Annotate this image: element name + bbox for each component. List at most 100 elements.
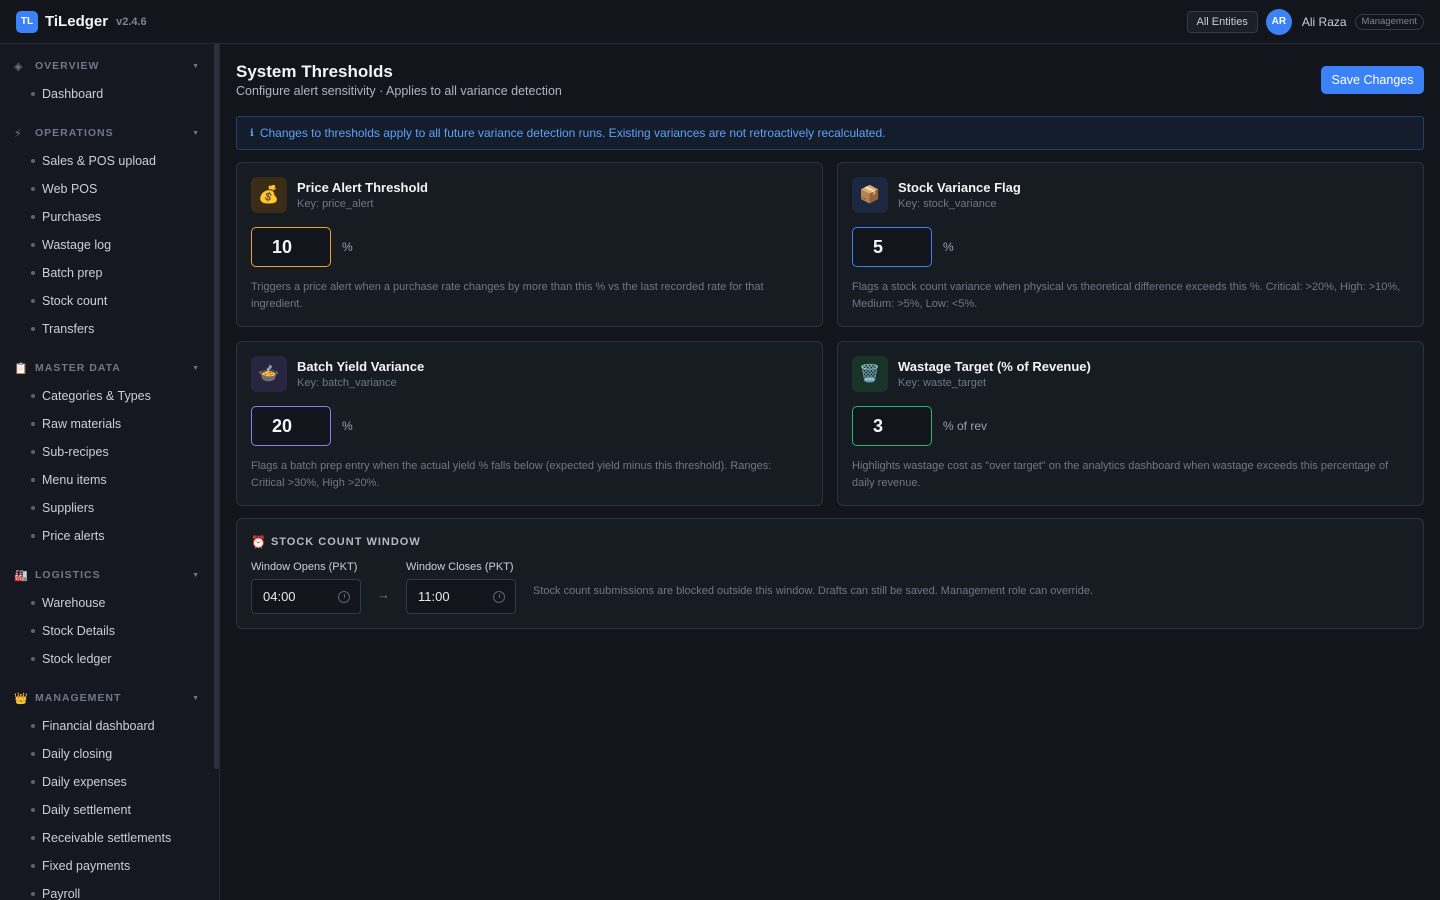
threshold-card-price-alert: 💰 Price Alert Threshold Key: price_alert 10… (236, 162, 823, 327)
sidebar-item-daily-expenses[interactable]: Daily expenses (0, 768, 219, 796)
sidebar-item-receivable-settlements[interactable]: Receivable settlements (0, 824, 219, 852)
save-changes-button[interactable]: Save Changes (1321, 66, 1424, 94)
role-badge: Management (1354, 13, 1424, 30)
top-bar: TL TiLedger v2.4.6 All Entities AR Ali R… (0, 0, 1440, 44)
sidebar-item-wastage-log[interactable]: Wastage log (0, 231, 219, 259)
section-header-logistics[interactable]: 🏭 LOGISTICS ▼ (0, 564, 219, 586)
nav-section: ◈ OVERVIEW ▼ Dashboard (0, 55, 219, 108)
sidebar-item-fixed-payments[interactable]: Fixed payments (0, 852, 219, 880)
sidebar-item-web-pos[interactable]: Web POS (0, 175, 219, 203)
sidebar-item-label: Menu items (42, 473, 107, 487)
sidebar-item-stock-count[interactable]: Stock count (0, 287, 219, 315)
app-name: TiLedger (45, 13, 109, 30)
chevron-down-icon[interactable]: ▼ (192, 130, 199, 137)
money-bag-icon: 💰 (251, 177, 287, 213)
window-opens-input[interactable]: 04:00 (251, 579, 361, 614)
bullet-icon (31, 450, 35, 454)
app-logo[interactable]: TL (16, 10, 38, 33)
sidebar-item-warehouse[interactable]: Warehouse (0, 589, 219, 617)
entity-selector-button[interactable]: All Entities (1186, 10, 1258, 33)
sidebar-item-categories-types[interactable]: Categories & Types (0, 382, 219, 410)
sidebar-item-label: Receivable settlements (42, 831, 172, 845)
threshold-card-stock-variance: 📦 Stock Variance Flag Key: stock_variance 5… (837, 162, 1424, 327)
bullet-icon (31, 422, 35, 426)
nav-section: 🏭 LOGISTICS ▼ Warehouse Stock Details Stock l… (0, 564, 219, 673)
app-version: v2.4.6 (116, 15, 147, 28)
card-description: Triggers a price alert when a purchase r… (251, 281, 764, 310)
alarm-clock-icon: ⏰ (251, 535, 266, 549)
sidebar-item-batch-prep[interactable]: Batch prep (0, 259, 219, 287)
sidebar-item-purchases[interactable]: Purchases (0, 203, 219, 231)
unit-label: % (342, 240, 353, 254)
section-header-management[interactable]: 👑 MANAGEMENT ▼ (0, 687, 219, 709)
section-title: MASTER DATA (35, 362, 121, 374)
unit-label: % (943, 240, 954, 254)
sidebar-item-label: Warehouse (42, 596, 106, 610)
card-title: Batch Yield Variance (297, 359, 425, 374)
sidebar-item-label: Batch prep (42, 266, 103, 280)
sidebar-scrollbar[interactable] (214, 44, 219, 769)
section-header-operations[interactable]: ⚡ OPERATIONS ▼ (0, 122, 219, 144)
card-title: Wastage Target (% of Revenue) (898, 359, 1091, 374)
sidebar-item-sub-recipes[interactable]: Sub-recipes (0, 438, 219, 466)
sidebar-item-price-alerts[interactable]: Price alerts (0, 522, 219, 550)
sidebar-item-label: Transfers (42, 322, 95, 336)
sidebar-item-label: Purchases (42, 210, 102, 224)
bullet-icon (31, 724, 35, 728)
sidebar-item-label: Wastage log (42, 238, 112, 252)
sidebar-item-label: Stock count (42, 294, 108, 308)
section-header-master-data[interactable]: 📋 MASTER DATA ▼ (0, 357, 219, 379)
sidebar-item-label: Web POS (42, 182, 98, 196)
bullet-icon (31, 892, 35, 896)
sidebar-item-suppliers[interactable]: Suppliers (0, 494, 219, 522)
chevron-down-icon[interactable]: ▼ (192, 365, 199, 372)
sidebar-nav: ◈ OVERVIEW ▼ Dashboard ⚡ OPERATIONS ▼ Sales & P… (0, 55, 219, 900)
clock-icon[interactable] (338, 591, 350, 603)
sidebar-item-daily-settlement[interactable]: Daily settlement (0, 796, 219, 824)
sidebar-item-dashboard[interactable]: Dashboard (0, 80, 219, 108)
clock-icon[interactable] (493, 591, 505, 603)
bullet-icon (31, 92, 35, 96)
crown-icon: 👑 (14, 692, 28, 705)
bullet-icon (31, 271, 35, 275)
info-text: Changes to thresholds apply to all futur… (259, 126, 886, 140)
threshold-input[interactable]: 3 (852, 406, 932, 446)
sidebar-item-transfers[interactable]: Transfers (0, 315, 219, 343)
window-opens-label: Window Opens (PKT) (251, 561, 358, 573)
bullet-icon (31, 299, 35, 303)
sidebar-item-payroll[interactable]: Payroll (0, 880, 219, 900)
sidebar-item-label: Fixed payments (42, 859, 131, 873)
page-title: System Thresholds (236, 62, 393, 81)
sidebar-item-stock-details[interactable]: Stock Details (0, 617, 219, 645)
threshold-input[interactable]: 5 (852, 227, 932, 267)
card-key: Key: price_alert (297, 198, 374, 210)
avatar[interactable]: AR (1265, 8, 1292, 35)
chevron-down-icon[interactable]: ▼ (192, 63, 199, 70)
chevron-down-icon[interactable]: ▼ (192, 695, 199, 702)
bullet-icon (31, 534, 35, 538)
user-name[interactable]: Ali Raza (1302, 15, 1347, 29)
window-opens-value: 04:00 (263, 589, 296, 604)
card-title: Price Alert Threshold (297, 180, 428, 195)
bullet-icon (31, 836, 35, 840)
window-closes-value: 11:00 (418, 589, 450, 604)
threshold-input[interactable]: 20 (251, 406, 331, 446)
sidebar-item-stock-ledger[interactable]: Stock ledger (0, 645, 219, 673)
sidebar-item-label: Raw materials (42, 417, 122, 431)
chevron-down-icon[interactable]: ▼ (192, 572, 199, 579)
card-description: Highlights wastage cost as "over target"… (852, 460, 1389, 489)
info-icon: ℹ (250, 127, 254, 139)
window-title: STOCK COUNT WINDOW (270, 536, 421, 548)
sidebar-item-label: Stock Details (42, 624, 115, 638)
section-header-overview[interactable]: ◈ OVERVIEW ▼ (0, 55, 219, 77)
bullet-icon (31, 187, 35, 191)
sidebar-item-daily-closing[interactable]: Daily closing (0, 740, 219, 768)
section-title: MANAGEMENT (35, 692, 122, 704)
sidebar-item-menu-items[interactable]: Menu items (0, 466, 219, 494)
card-key: Key: waste_target (898, 377, 987, 389)
window-closes-input[interactable]: 11:00 (406, 579, 516, 614)
threshold-input[interactable]: 10 (251, 227, 331, 267)
sidebar-item-financial-dashboard[interactable]: Financial dashboard (0, 712, 219, 740)
sidebar-item-sales-pos-upload[interactable]: Sales & POS upload (0, 147, 219, 175)
sidebar-item-raw-materials[interactable]: Raw materials (0, 410, 219, 438)
